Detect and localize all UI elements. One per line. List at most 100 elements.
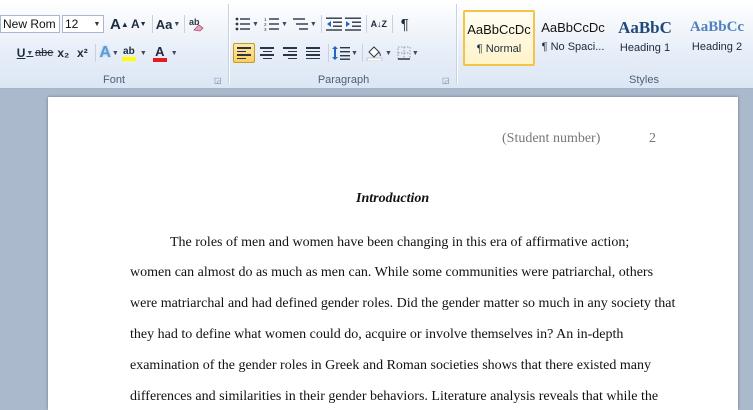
divider xyxy=(184,15,186,33)
multilevel-list-button[interactable]: ▼ xyxy=(292,14,317,34)
chevron-down-icon[interactable]: ▼ xyxy=(91,21,103,28)
font-name-combo[interactable]: New Rom xyxy=(0,15,60,33)
shrink-font-icon: A xyxy=(130,17,140,31)
bullets-button[interactable]: ▼ xyxy=(235,14,259,34)
header-text: (Student number) xyxy=(502,131,601,146)
font-color-icon: A xyxy=(155,43,165,59)
align-left-icon xyxy=(237,47,251,59)
paragraph-line: they had to define what women could do, … xyxy=(130,327,624,342)
show-formatting-button[interactable]: ¶ xyxy=(396,14,414,34)
highlight-button[interactable]: ab xyxy=(120,43,138,63)
group-separator xyxy=(228,4,230,84)
sort-icon: A↓Z xyxy=(370,19,388,29)
bullets-icon xyxy=(235,17,250,31)
paragraph-line: were matriarchal and had defined gender … xyxy=(130,296,676,311)
justify-button[interactable] xyxy=(302,43,324,63)
font-group: New Rom 12 ▼ A ▲ A ▼ Aa ▼ ab U ▼ abe x₂ … xyxy=(0,0,228,88)
style-name: ¶ No Spaci... xyxy=(541,41,605,53)
increase-indent-icon xyxy=(344,17,361,31)
subscript-button[interactable]: x₂ xyxy=(54,43,72,63)
dialog-launcher-icon[interactable]: ◲ xyxy=(442,77,450,85)
style-sample: AaBbCcDc xyxy=(541,20,605,35)
multilevel-list-icon xyxy=(292,18,308,30)
pilcrow-icon: ¶ xyxy=(400,15,409,33)
divider xyxy=(95,44,97,62)
paragraph-line: differences and similarities in their ge… xyxy=(130,389,659,404)
font-name-value: New Rom xyxy=(3,17,56,31)
font-group-label: Font xyxy=(102,74,125,86)
text-effects-button[interactable]: A ▼ xyxy=(99,43,119,63)
font-color-button[interactable]: A xyxy=(151,43,169,63)
font-size-value: 12 xyxy=(65,17,79,31)
highlight-color-swatch xyxy=(121,56,136,61)
line-spacing-icon xyxy=(332,46,350,60)
underline-icon: U xyxy=(16,46,26,60)
styles-group-label: Styles xyxy=(629,74,659,86)
highlighter-icon: ab xyxy=(123,45,135,57)
style-sample: AaBbCcDc xyxy=(467,22,531,37)
decrease-indent-icon xyxy=(325,17,342,31)
chevron-down-icon[interactable]: ▼ xyxy=(171,50,178,57)
subscript-icon: x₂ xyxy=(57,46,70,60)
clear-formatting-icon: ab xyxy=(189,17,204,32)
style-sample: AaBbCc xyxy=(689,19,745,35)
paint-bucket-icon xyxy=(366,46,383,61)
style-no-spacing[interactable]: AaBbCcDc ¶ No Spaci... xyxy=(537,10,609,66)
paragraph-group-label: Paragraph xyxy=(317,74,370,86)
style-heading-2[interactable]: AaBbCc Heading 2 xyxy=(681,10,753,66)
divider xyxy=(328,44,329,62)
svg-text:3: 3 xyxy=(264,27,267,31)
page-number: 2 xyxy=(649,131,656,146)
borders-icon xyxy=(397,46,411,60)
text-effects-icon: A xyxy=(99,44,111,61)
numbering-icon: 123 xyxy=(264,17,279,31)
decrease-indent-button[interactable] xyxy=(325,14,343,34)
divider xyxy=(320,15,322,33)
grow-font-icon: A xyxy=(110,15,121,33)
styles-group: AaBbCcDc ¶ Normal AaBbCcDc ¶ No Spaci...… xyxy=(459,0,753,88)
paragraph-line: The roles of men and women have been cha… xyxy=(170,235,630,250)
paragraph-line: women can almost do as much as men can. … xyxy=(130,265,654,280)
style-name: Heading 1 xyxy=(619,42,671,54)
font-size-combo[interactable]: 12 ▼ xyxy=(62,15,104,33)
align-right-icon xyxy=(283,47,297,59)
style-normal[interactable]: AaBbCcDc ¶ Normal xyxy=(463,10,535,66)
dialog-launcher-icon[interactable]: ◲ xyxy=(214,77,222,85)
section-heading: Introduction xyxy=(356,191,430,206)
align-center-icon xyxy=(260,47,274,59)
strikethrough-button[interactable]: abe xyxy=(35,43,53,63)
change-case-icon: Aa xyxy=(155,16,173,32)
document-page[interactable]: (Student number) 2 Introduction The role… xyxy=(48,97,738,410)
group-separator xyxy=(456,4,458,84)
line-spacing-button[interactable]: ▼ xyxy=(332,43,358,63)
align-left-button[interactable] xyxy=(233,43,255,63)
clear-formatting-button[interactable]: ab xyxy=(188,14,206,34)
font-color-swatch xyxy=(152,57,167,62)
shrink-font-button[interactable]: A ▼ xyxy=(130,14,148,34)
style-heading-1[interactable]: AaBbC Heading 1 xyxy=(609,10,681,66)
borders-button[interactable]: ▼ xyxy=(397,43,419,63)
style-name: Heading 2 xyxy=(691,41,743,53)
superscript-icon: x² xyxy=(77,46,88,60)
sort-button[interactable]: A↓Z xyxy=(370,14,388,34)
underline-button[interactable]: U ▼ xyxy=(16,43,34,63)
ribbon: New Rom 12 ▼ A ▲ A ▼ Aa ▼ ab U ▼ abe x₂ … xyxy=(0,0,753,89)
paragraph-group: ▼ 123 ▼ ▼ A↓Z ¶ ▼ ▼ ▼ Paragraph ◲ xyxy=(231,0,456,88)
style-sample: AaBbC xyxy=(618,18,672,37)
divider xyxy=(365,15,367,33)
superscript-button[interactable]: x² xyxy=(73,43,91,63)
change-case-button[interactable]: Aa ▼ xyxy=(156,14,181,34)
increase-indent-button[interactable] xyxy=(344,14,362,34)
divider xyxy=(151,15,153,33)
divider xyxy=(361,44,363,62)
chevron-down-icon[interactable]: ▼ xyxy=(140,50,147,57)
grow-font-button[interactable]: A ▲ xyxy=(110,14,129,34)
align-center-button[interactable] xyxy=(256,43,278,63)
shading-button[interactable]: ▼ xyxy=(366,43,392,63)
style-name: ¶ Normal xyxy=(476,43,522,55)
justify-icon xyxy=(306,47,320,59)
align-right-button[interactable] xyxy=(279,43,301,63)
strikethrough-icon: abe xyxy=(35,47,54,59)
paragraph-line: examination of the gender roles in Greek… xyxy=(130,358,651,373)
numbering-button[interactable]: 123 ▼ xyxy=(264,14,288,34)
